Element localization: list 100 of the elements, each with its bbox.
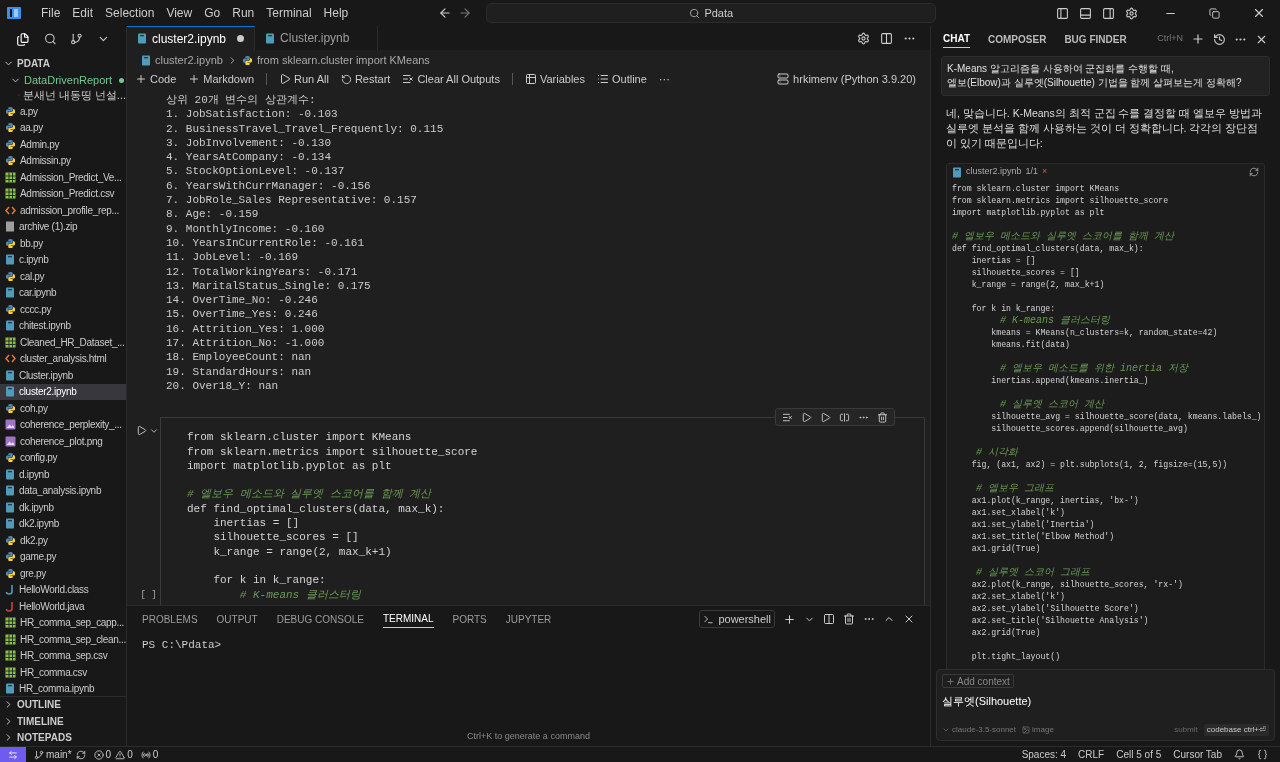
file-tree-item[interactable]: Cleaned_HR_Dataset_... xyxy=(0,334,126,351)
kernel-button[interactable]: hrkimenv (Python 3.9.20) xyxy=(777,70,916,88)
file-tree-item[interactable]: HR_comma.ipynb xyxy=(0,680,126,696)
restore-icon[interactable] xyxy=(1209,7,1220,19)
image-button[interactable]: image xyxy=(1022,724,1054,736)
file-tree-item[interactable]: Cluster.ipynb xyxy=(0,367,126,384)
file-tree-item[interactable]: Admin.py xyxy=(0,136,126,153)
file-tree-item[interactable]: HR_comma.csv xyxy=(0,664,126,681)
toolbar-button[interactable]: Outline xyxy=(596,70,647,88)
file-tree-item[interactable]: dk.ipynb xyxy=(0,499,126,516)
search-field[interactable]: Pdata xyxy=(486,3,937,23)
chat-tab[interactable]: CHAT xyxy=(943,30,971,48)
add-cell-button[interactable]: Code xyxy=(135,70,177,88)
section-header[interactable]: OUTLINE xyxy=(17,697,61,713)
notifications-icon[interactable] xyxy=(1234,749,1245,760)
chat-tab[interactable]: BUG FINDER xyxy=(1064,30,1127,48)
menu-item[interactable]: Selection xyxy=(99,4,161,22)
status-item[interactable]: Spaces: 4 xyxy=(1021,747,1067,762)
file-tree-item[interactable]: chitest.ipynb xyxy=(0,317,126,334)
file-tree-item[interactable]: archive (1).zip xyxy=(0,218,126,235)
source-control-icon[interactable] xyxy=(70,32,84,46)
settings-icon[interactable] xyxy=(857,31,870,45)
status-item[interactable]: Cursor Tab xyxy=(1173,747,1222,762)
chat-tab[interactable]: COMPOSER xyxy=(988,30,1047,48)
editor-tab[interactable]: cluster2.ipynb xyxy=(127,26,256,50)
add-cell-button[interactable]: Markdown xyxy=(188,70,255,88)
run-cell-icon[interactable] xyxy=(820,411,831,423)
folder-name[interactable]: DataDrivenReport xyxy=(24,71,113,89)
breadcrumb-item[interactable]: from sklearn.cluster import KMeans xyxy=(256,51,430,69)
file-tree-item[interactable]: coherence_plot.png xyxy=(0,433,126,450)
more-button[interactable]: ··· xyxy=(658,70,670,88)
menu-item[interactable]: Edit xyxy=(66,4,100,22)
file-tree-item[interactable]: bb.py xyxy=(0,235,126,252)
sync-icon[interactable] xyxy=(75,749,86,760)
status-item[interactable]: CRLF xyxy=(1078,747,1105,762)
forward-icon[interactable] xyxy=(458,6,473,20)
toolbar-button[interactable]: Variables xyxy=(524,70,585,88)
file-tree-item[interactable]: coh.py xyxy=(0,400,126,417)
delete-icon[interactable] xyxy=(843,613,855,625)
file-tree-item[interactable]: c.ipynb xyxy=(0,251,126,268)
file-tree-item[interactable]: Admissin.py xyxy=(0,152,126,169)
explorer-icon[interactable] xyxy=(16,31,30,47)
file-tree-item[interactable]: dk2.ipynb xyxy=(0,515,126,532)
file-tree-item[interactable]: car.ipynb xyxy=(0,284,126,301)
file-tree-item[interactable]: game.py xyxy=(0,548,126,565)
delete-icon[interactable] xyxy=(877,411,888,423)
file-tree-item[interactable]: gre.py xyxy=(0,565,126,582)
add-context-button[interactable]: Add context xyxy=(942,674,1014,688)
close-icon[interactable] xyxy=(903,613,915,625)
panel-tab[interactable]: TERMINAL xyxy=(382,610,434,628)
file-tree-item[interactable]: cluster2.ipynb xyxy=(0,383,126,400)
panel-tab[interactable]: PORTS xyxy=(452,610,487,628)
run-cell-icon[interactable] xyxy=(136,425,147,437)
split-cell-icon[interactable] xyxy=(839,411,850,423)
section-header[interactable]: TIMELINE xyxy=(17,713,64,729)
toggle-panel-icon[interactable] xyxy=(1079,6,1092,20)
panel-tab[interactable]: JUPYTER xyxy=(505,610,552,628)
file-tree-item[interactable]: HelloWorld.class xyxy=(0,581,126,598)
file-tree-item[interactable]: cccc.py xyxy=(0,301,126,318)
menu-item[interactable]: Terminal xyxy=(260,4,318,22)
reject-button[interactable]: × xyxy=(1042,165,1048,179)
settings-icon[interactable] xyxy=(1125,6,1138,20)
file-tree-item[interactable]: admission_profile_rep... xyxy=(0,202,126,219)
back-icon[interactable] xyxy=(438,6,453,20)
menu-item[interactable]: Run xyxy=(226,4,261,22)
file-name[interactable]: 분새넌 내동띵 넌설... xyxy=(22,86,126,104)
file-tree-item[interactable]: HelloWorld.java xyxy=(0,598,126,615)
toggle-secondary-sidebar-icon[interactable] xyxy=(1102,6,1115,20)
shell-selector[interactable]: powershell xyxy=(699,609,775,629)
panel-tab[interactable]: PROBLEMS xyxy=(142,610,198,628)
file-tree-item[interactable]: config.py xyxy=(0,449,126,466)
refresh-icon[interactable] xyxy=(1249,167,1259,177)
file-tree-item[interactable]: aa.py xyxy=(0,119,126,136)
history-icon[interactable] xyxy=(1213,32,1226,46)
menu-item[interactable]: File xyxy=(35,4,67,22)
file-tree-item[interactable]: HR_comma_sep.csv xyxy=(0,647,126,664)
status-item[interactable]: Cell 5 of 5 xyxy=(1116,747,1162,762)
menu-item[interactable]: View xyxy=(160,4,199,22)
menu-item[interactable]: Go xyxy=(198,4,227,22)
section-header[interactable]: NOTEPADS xyxy=(17,730,72,746)
new-chat-icon[interactable] xyxy=(1191,32,1205,46)
toolbar-button[interactable]: Run All xyxy=(279,70,329,88)
file-tree-item[interactable]: Admission_Predict_Ve... xyxy=(0,169,126,186)
split-editor-icon[interactable] xyxy=(880,31,893,45)
file-tree-item[interactable]: a.py xyxy=(0,103,126,120)
editor-tab[interactable]: Cluster.ipynb xyxy=(255,26,379,50)
file-tree-item[interactable]: d.ipynb xyxy=(0,466,126,483)
file-tree-item[interactable]: coherence_perplexity_... xyxy=(0,416,126,433)
breadcrumb-item[interactable]: cluster2.ipynb xyxy=(155,51,223,69)
file-tree-item[interactable]: data_analysis.ipynb xyxy=(0,482,126,499)
file-tree-item[interactable]: cluster_analysis.html xyxy=(0,350,126,367)
ports-indicator[interactable]: 0 xyxy=(140,747,159,762)
branch-indicator[interactable]: main* xyxy=(34,747,72,762)
file-tree-item[interactable]: Admission_Predict.csv xyxy=(0,185,126,202)
menu-item[interactable]: Help xyxy=(317,4,355,22)
file-tree-item[interactable]: cal.py xyxy=(0,268,126,285)
toolbar-button[interactable]: Clear All Outputs xyxy=(402,70,500,88)
search-icon[interactable] xyxy=(43,32,57,46)
chat-input[interactable]: Add context 실루엣(Silhouette) claude-3.5-sonnet image submit codebase ctrl+⏎ xyxy=(936,669,1275,741)
panel-tab[interactable]: DEBUG CONSOLE xyxy=(276,610,364,628)
